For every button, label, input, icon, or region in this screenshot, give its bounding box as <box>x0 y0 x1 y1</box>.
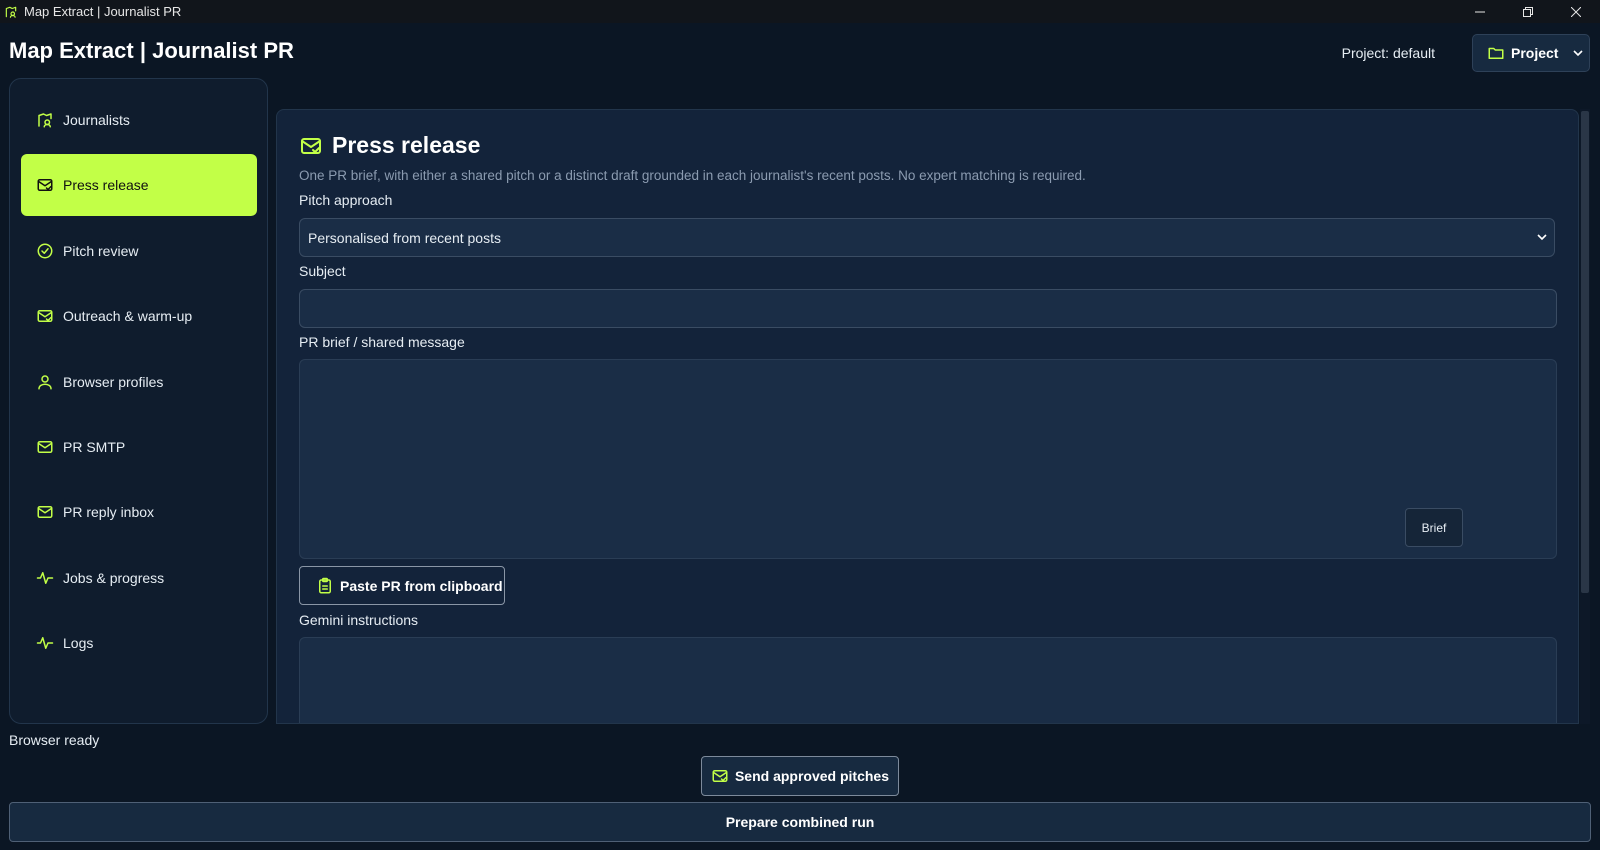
window-titlebar: Map Extract | Journalist PR <box>0 0 1600 23</box>
gemini-instructions-label: Gemini instructions <box>299 612 419 628</box>
subject-label: Subject <box>299 263 346 279</box>
chevron-down-icon <box>1573 50 1584 57</box>
mail-check-icon <box>37 179 53 191</box>
sidebar-item-label: PR reply inbox <box>63 504 155 520</box>
paste-pr-button[interactable]: Paste PR from clipboard <box>299 566 505 605</box>
sidebar-item-press-release[interactable]: Press release <box>21 154 257 216</box>
mail-icon <box>37 506 53 518</box>
minimize-icon <box>1475 11 1485 12</box>
mail-icon <box>37 441 53 453</box>
section-description: One PR brief, with either a shared pitch… <box>299 168 1086 183</box>
check-circle-icon <box>37 243 53 259</box>
close-icon <box>1571 6 1581 17</box>
mail-check-icon <box>301 137 321 154</box>
pitch-approach-select[interactable]: Personalised from recent posts <box>299 218 1555 257</box>
activity-icon <box>36 637 54 649</box>
press-release-panel: Press release One PR brief, with either … <box>276 109 1579 724</box>
chevron-down-icon <box>1537 234 1547 241</box>
app-icon <box>5 6 17 18</box>
subject-input[interactable] <box>299 289 1557 328</box>
sidebar-item-pr-smtp[interactable]: PR SMTP <box>21 416 257 478</box>
sidebar-item-label: Browser profiles <box>63 374 164 390</box>
sidebar: Journalists Press release Pitch review O… <box>9 78 268 724</box>
journalist-icon <box>38 113 52 128</box>
sidebar-item-logs[interactable]: Logs <box>21 612 257 674</box>
pitch-approach-label: Pitch approach <box>299 192 393 208</box>
section-title-text: Press release <box>332 132 481 158</box>
project-label: Project: default <box>1341 45 1435 61</box>
sidebar-item-label: Outreach & warm-up <box>63 308 193 324</box>
sidebar-item-label: Pitch review <box>63 243 139 259</box>
folder-icon <box>1488 47 1504 59</box>
activity-icon <box>36 572 54 584</box>
section-title: Press release <box>299 132 480 159</box>
sidebar-item-pr-reply-inbox[interactable]: PR reply inbox <box>21 481 257 543</box>
window-title: Map Extract | Journalist PR <box>24 4 182 19</box>
paste-pr-label: Paste PR from clipboard <box>340 577 503 594</box>
app-title: Map Extract | Journalist PR <box>9 38 294 63</box>
status-text: Browser ready <box>9 732 100 748</box>
brief-button[interactable]: Brief <box>1405 508 1463 547</box>
sidebar-item-label: Logs <box>63 635 94 651</box>
sidebar-item-journalists[interactable]: Journalists <box>21 89 257 151</box>
scrollbar-thumb[interactable] <box>1581 111 1589 593</box>
restore-icon <box>1523 6 1533 17</box>
window-controls <box>1456 0 1600 23</box>
pitch-approach-value: Personalised from recent posts <box>308 229 501 246</box>
close-button[interactable] <box>1552 0 1600 23</box>
sidebar-item-label: Journalists <box>63 112 130 128</box>
clipboard-icon <box>319 577 331 593</box>
minimize-button[interactable] <box>1456 0 1504 23</box>
user-icon <box>38 375 52 390</box>
send-approved-pitches-label: Send approved pitches <box>734 768 890 784</box>
sidebar-item-outreach[interactable]: Outreach & warm-up <box>21 285 257 347</box>
restore-button[interactable] <box>1504 0 1552 23</box>
sidebar-item-pitch-review[interactable]: Pitch review <box>21 220 257 282</box>
sidebar-item-label: Jobs & progress <box>63 570 165 586</box>
mail-check-icon <box>712 770 728 782</box>
sidebar-item-jobs-progress[interactable]: Jobs & progress <box>21 547 257 609</box>
sidebar-item-label: Press release <box>63 177 149 193</box>
pr-brief-textarea[interactable] <box>299 359 1557 559</box>
sidebar-item-browser-profiles[interactable]: Browser profiles <box>21 351 257 413</box>
pr-brief-label: PR brief / shared message <box>299 334 465 350</box>
gemini-instructions-textarea[interactable] <box>299 637 1557 723</box>
mail-check-icon <box>37 310 53 322</box>
prepare-combined-run-button[interactable]: Prepare combined run <box>9 802 1591 842</box>
project-button[interactable]: Project <box>1472 34 1590 72</box>
sidebar-item-label: PR SMTP <box>63 439 126 455</box>
project-button-label: Project <box>1511 45 1559 61</box>
send-approved-pitches-button[interactable]: Send approved pitches <box>701 756 899 796</box>
